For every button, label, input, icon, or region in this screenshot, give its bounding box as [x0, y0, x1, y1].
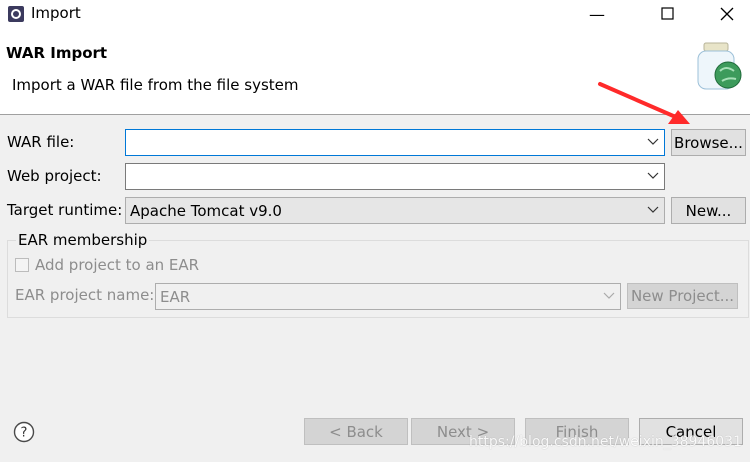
window-title: Import — [31, 4, 81, 22]
ear-membership-label: EAR membership — [16, 231, 150, 249]
maximize-icon — [661, 7, 674, 20]
minimize-button[interactable]: — — [574, 0, 620, 28]
title-bar — [0, 0, 750, 28]
target-runtime-combo[interactable]: Apache Tomcat v9.0 — [125, 197, 665, 224]
svg-text:?: ? — [21, 426, 28, 441]
new-runtime-button[interactable]: New... — [671, 197, 746, 224]
target-runtime-label: Target runtime: — [7, 201, 123, 219]
eclipse-app-icon — [8, 6, 24, 22]
browse-button[interactable]: Browse... — [671, 129, 746, 156]
chevron-down-icon — [647, 172, 659, 179]
target-runtime-value: Apache Tomcat v9.0 — [130, 202, 282, 220]
annotation-arrow — [598, 82, 690, 124]
ear-project-name-combo[interactable]: EAR — [155, 283, 621, 310]
help-icon[interactable]: ? — [13, 421, 35, 443]
chevron-down-icon — [603, 292, 615, 299]
ear-project-name-label: EAR project name: — [15, 286, 155, 304]
close-icon — [720, 7, 734, 21]
war-jar-icon — [697, 42, 742, 90]
add-to-ear-label: Add project to an EAR — [35, 256, 200, 274]
watermark-url: https://blog.csdn.net/weixin_38946031 — [468, 434, 742, 450]
back-button[interactable]: < Back — [304, 418, 408, 445]
ear-project-name-value: EAR — [160, 288, 191, 306]
web-project-combo[interactable] — [125, 163, 665, 190]
add-to-ear-checkbox[interactable] — [15, 258, 29, 272]
page-title: WAR Import — [6, 44, 108, 62]
web-project-label: Web project: — [7, 167, 102, 185]
war-file-label: WAR file: — [7, 133, 75, 151]
war-file-combo[interactable] — [125, 129, 665, 156]
maximize-button[interactable] — [645, 0, 691, 28]
page-description: Import a WAR file from the file system — [12, 76, 299, 94]
chevron-down-icon — [647, 206, 659, 213]
close-button[interactable] — [704, 0, 750, 28]
new-ear-project-button[interactable]: New Project... — [627, 283, 738, 309]
chevron-down-icon — [647, 138, 659, 145]
